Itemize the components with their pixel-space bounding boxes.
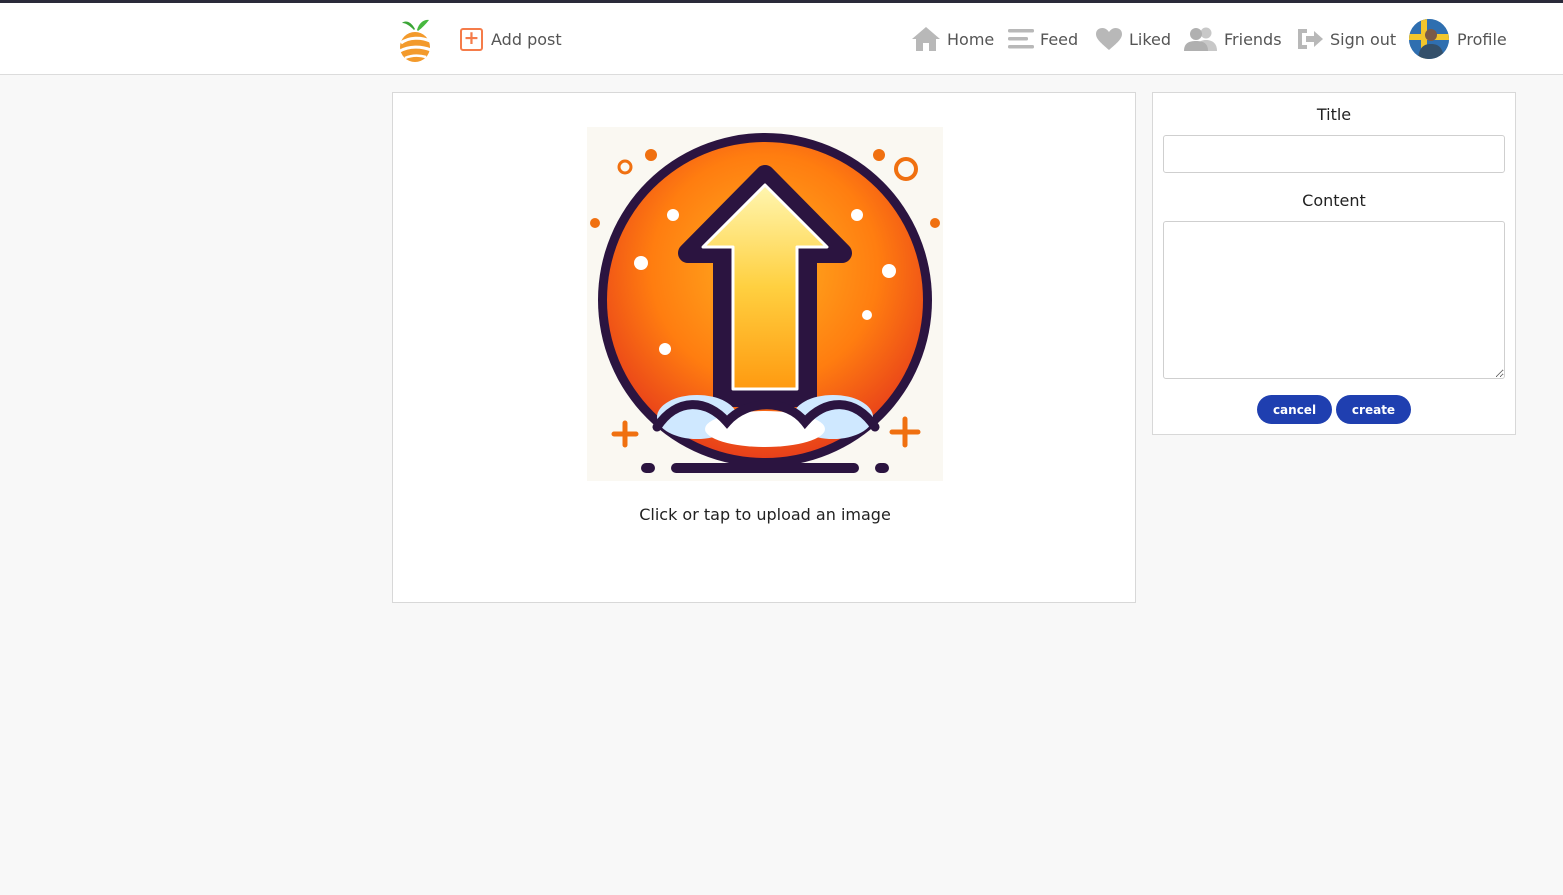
add-post-icon: + [460, 27, 483, 51]
nav-home-label: Home [947, 29, 995, 49]
upload-hint: Click or tap to upload an image [639, 505, 891, 524]
nav-sign-out-label: Sign out [1330, 29, 1397, 49]
nav-feed-label: Feed [1040, 29, 1079, 49]
feed-icon [1008, 29, 1034, 49]
avatar [1409, 19, 1449, 59]
nav-feed[interactable]: Feed [1008, 25, 1078, 53]
post-form: Title Content cancel create [1152, 92, 1516, 435]
cancel-button[interactable]: cancel [1257, 395, 1332, 424]
content-textarea[interactable] [1163, 221, 1505, 379]
home-icon [912, 27, 940, 51]
nav-friends-label: Friends [1224, 29, 1282, 49]
nav-sign-out[interactable]: Sign out [1296, 25, 1396, 53]
logo[interactable] [397, 17, 435, 65]
nav-profile-label: Profile [1457, 29, 1507, 49]
nav-profile[interactable]: Profile [1409, 19, 1507, 59]
navbar: + Add post Home Feed Liked Friends Sign … [0, 3, 1563, 75]
title-label: Title [1316, 105, 1352, 124]
create-button[interactable]: create [1336, 395, 1411, 424]
upload-arrow-icon [590, 133, 940, 473]
orange-logo-icon [399, 19, 432, 62]
title-input[interactable] [1163, 135, 1505, 173]
nav-liked-label: Liked [1129, 29, 1172, 49]
image-upload-card: Click or tap to upload an image [392, 92, 1136, 603]
content-label: Content [1302, 191, 1366, 210]
add-post-label: Add post [491, 29, 562, 49]
heart-icon [1096, 28, 1122, 50]
upload-image-button[interactable] [587, 127, 943, 481]
nav-home[interactable]: Home [911, 25, 994, 53]
add-post-link[interactable]: + Add post [460, 27, 562, 51]
nav-liked[interactable]: Liked [1095, 25, 1171, 53]
friends-icon [1184, 27, 1217, 51]
nav-friends[interactable]: Friends [1184, 25, 1282, 53]
sign-out-icon [1298, 29, 1323, 49]
